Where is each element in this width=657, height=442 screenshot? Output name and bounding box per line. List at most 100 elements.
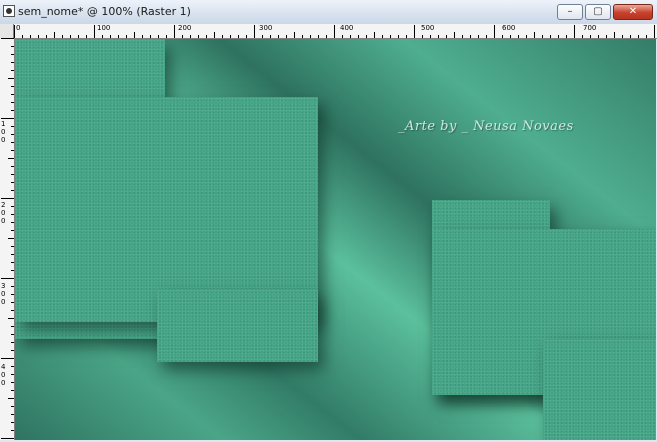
ruler-tick — [11, 142, 14, 143]
ruler-tick — [142, 35, 143, 38]
ruler-tick — [8, 318, 14, 319]
ruler-tick — [46, 35, 47, 38]
horizontal-ruler[interactable]: 0 100 200 300 400 500 600 700 — [0, 24, 657, 39]
ruler-tick — [342, 35, 343, 38]
ruler-tick — [1, 118, 14, 119]
ruler-tick — [646, 35, 647, 38]
ruler-tick — [238, 35, 239, 38]
ruler-tick — [11, 190, 14, 191]
ruler-tick — [270, 35, 271, 38]
ruler-tick — [62, 35, 63, 38]
ruler-tick — [518, 35, 519, 38]
ruler-label: 600 — [502, 24, 516, 32]
ruler-tick — [94, 25, 95, 38]
ruler-tick — [326, 35, 327, 38]
ruler-tick — [11, 382, 14, 383]
ruler-tick — [11, 414, 14, 415]
ruler-tick — [606, 35, 607, 38]
ruler-tick — [558, 35, 559, 38]
minimize-button[interactable]: – — [557, 4, 583, 20]
ruler-label: 0 — [16, 24, 21, 32]
ruler-tick — [11, 214, 14, 215]
ruler-tick — [11, 86, 14, 87]
shape-right-bottom — [543, 339, 656, 440]
ruler-tick — [70, 35, 71, 38]
maximize-button[interactable]: ▢ — [585, 4, 611, 20]
window-controls: – ▢ ✕ — [557, 4, 653, 20]
ruler-tick — [526, 35, 527, 38]
close-button[interactable]: ✕ — [613, 4, 653, 20]
ruler-label: 500 — [421, 24, 435, 32]
ruler-tick — [86, 35, 87, 38]
ruler-tick — [38, 35, 39, 38]
ruler-tick — [590, 35, 591, 38]
ruler-tick — [11, 102, 14, 103]
ruler-tick — [190, 35, 191, 38]
ruler-tick — [598, 35, 599, 38]
ruler-tick — [166, 35, 167, 38]
ruler-label: 1 0 0 — [1, 120, 6, 144]
ruler-tick — [614, 32, 615, 38]
ruler-tick — [286, 35, 287, 38]
ruler-tick — [278, 35, 279, 38]
ruler-tick — [102, 35, 103, 38]
ruler-tick — [11, 182, 14, 183]
ruler-tick — [11, 174, 14, 175]
ruler-tick — [246, 35, 247, 38]
vertical-ruler[interactable]: 1 0 0 2 0 0 3 0 0 4 0 0 — [0, 38, 15, 440]
ruler-tick — [390, 35, 391, 38]
ruler-tick — [110, 35, 111, 38]
ruler-tick — [454, 32, 455, 38]
ruler-tick — [11, 302, 14, 303]
ruler-tick — [1, 198, 14, 199]
ruler-tick — [78, 35, 79, 38]
ruler-tick — [11, 374, 14, 375]
psp-document-icon — [3, 5, 15, 17]
ruler-tick — [478, 35, 479, 38]
ruler-tick — [11, 230, 14, 231]
watermark-text: _Arte by _ Neusa Novaes — [398, 119, 574, 134]
ruler-tick — [318, 35, 319, 38]
ruler-tick — [134, 32, 135, 38]
ruler-tick — [374, 32, 375, 38]
ruler-tick — [310, 35, 311, 38]
ruler-label: 400 — [340, 24, 354, 32]
ruler-tick — [366, 35, 367, 38]
ruler-tick — [630, 35, 631, 38]
ruler-label: 300 — [259, 24, 273, 32]
ruler-tick — [11, 334, 14, 335]
ruler-tick — [262, 35, 263, 38]
ruler-tick — [30, 35, 31, 38]
ruler-tick — [11, 254, 14, 255]
ruler-tick — [11, 110, 14, 111]
ruler-tick — [8, 158, 14, 159]
ruler-tick — [11, 350, 14, 351]
ruler-tick — [22, 35, 23, 38]
ruler-tick — [486, 35, 487, 38]
ruler-tick — [574, 25, 575, 38]
ruler-tick — [11, 222, 14, 223]
ruler-tick — [11, 310, 14, 311]
ruler-tick — [422, 35, 423, 38]
image-canvas[interactable]: _Arte by _ Neusa Novaes — [15, 39, 656, 440]
ruler-tick — [11, 166, 14, 167]
ruler-tick — [8, 78, 14, 79]
ruler-tick — [430, 35, 431, 38]
ruler-tick — [11, 62, 14, 63]
shape-left-bottom — [157, 289, 318, 362]
ruler-tick — [334, 25, 335, 38]
title-bar[interactable]: sem_nome* @ 100% (Raster 1) – ▢ ✕ — [0, 0, 657, 25]
ruler-tick — [1, 358, 14, 359]
ruler-tick — [214, 32, 215, 38]
ruler-tick — [11, 390, 14, 391]
ruler-tick — [414, 25, 415, 38]
ruler-tick — [8, 398, 14, 399]
window-title: sem_nome* @ 100% (Raster 1) — [18, 5, 191, 18]
ruler-tick — [11, 70, 14, 71]
ruler-tick — [206, 35, 207, 38]
ruler-tick — [230, 35, 231, 38]
ruler-tick — [534, 32, 535, 38]
ruler-tick — [494, 25, 495, 38]
ruler-tick — [126, 35, 127, 38]
ruler-tick — [11, 406, 14, 407]
